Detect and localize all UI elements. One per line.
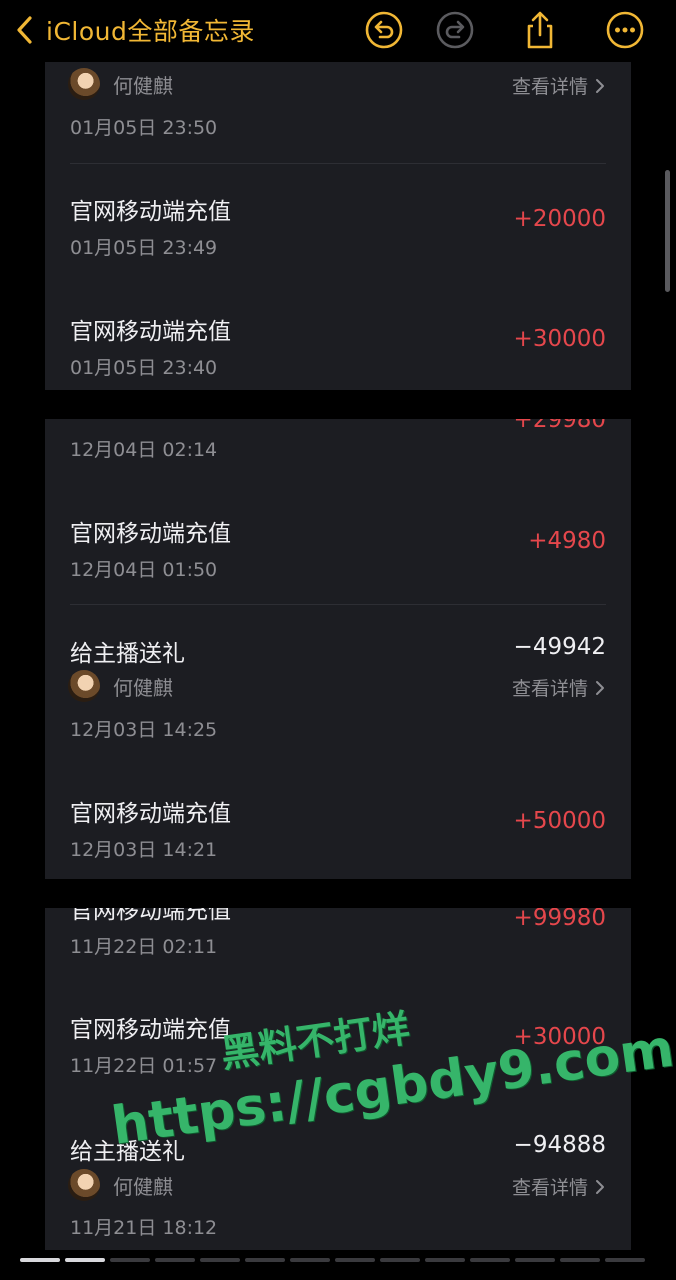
back-label: iCloud全部备忘录 [46, 17, 255, 46]
chevron-left-icon [17, 16, 32, 44]
transaction-row: 官网移动端充值 +50000 12月03日 14:21 [45, 779, 631, 879]
more-button[interactable] [605, 10, 645, 50]
transaction-title: 官网移动端充值 [70, 1017, 231, 1043]
transaction-amount: +50000 [513, 808, 606, 834]
transaction-card-1: 何健麒 查看详情 01月05日 23:50 官网移动端充值 +20000 01月… [45, 62, 631, 390]
transaction-date: 01月05日 23:50 [70, 117, 218, 139]
transaction-amount: −49942 [513, 634, 606, 660]
transaction-row: 官网移动端充值 +4980 12月04日 01:50 [45, 497, 631, 607]
transaction-date: 12月04日 01:50 [70, 559, 218, 581]
page-dot[interactable] [290, 1258, 330, 1262]
transaction-date: 01月05日 23:40 [70, 357, 218, 379]
view-details-link[interactable]: 查看详情 [512, 674, 606, 701]
page-dot[interactable] [155, 1258, 195, 1262]
transaction-row: 何健麒 查看详情 01月05日 23:50 [45, 62, 631, 162]
row-divider [70, 604, 606, 605]
page-dot[interactable] [65, 1258, 105, 1262]
streamer-name: 何健麒 [113, 1175, 173, 1199]
transaction-card-2: +29980 12月04日 02:14 官网移动端充值 +4980 12月04日… [45, 419, 631, 879]
transaction-date: 11月21日 18:12 [70, 1217, 218, 1239]
view-details-label: 查看详情 [511, 1177, 588, 1199]
page-dot[interactable] [560, 1258, 600, 1262]
view-details-label: 查看详情 [511, 678, 588, 700]
more-icon [606, 11, 644, 49]
transaction-title: 官网移动端充值 [70, 908, 231, 924]
chevron-right-icon [596, 78, 604, 93]
transaction-date: 01月05日 23:49 [70, 237, 218, 259]
transaction-card-3: 官网移动端充值 +99980 11月22日 02:11 官网移动端充值 +300… [45, 908, 631, 1250]
page-indicator [20, 1258, 645, 1262]
page-dot[interactable] [515, 1258, 555, 1262]
chevron-right-icon [596, 1179, 604, 1194]
redo-button[interactable] [435, 10, 475, 50]
transaction-title: 官网移动端充值 [70, 319, 231, 345]
transaction-title: 官网移动端充值 [70, 521, 231, 547]
transaction-row: 官网移动端充值 +30000 01月05日 23:40 [45, 292, 631, 390]
transaction-amount: +4980 [528, 528, 606, 554]
transaction-title: 给主播送礼 [70, 1139, 185, 1165]
share-button[interactable] [520, 10, 560, 50]
transaction-row: 官网移动端充值 +20000 01月05日 23:49 [45, 172, 631, 282]
undo-button[interactable] [364, 10, 404, 50]
redo-icon [436, 11, 474, 49]
undo-icon [365, 11, 403, 49]
transaction-date: 11月22日 01:57 [70, 1055, 218, 1077]
view-details-link[interactable]: 查看详情 [512, 72, 606, 99]
view-details-label: 查看详情 [511, 76, 588, 98]
chevron-right-icon [596, 680, 604, 695]
transaction-row: 给主播送礼 −49942 何健麒 查看详情 12月03日 14:25 [45, 619, 631, 759]
transaction-amount: −94888 [513, 1132, 606, 1158]
view-details-link[interactable]: 查看详情 [512, 1173, 606, 1200]
transaction-title: 给主播送礼 [70, 641, 185, 667]
streamer-name: 何健麒 [113, 74, 173, 98]
streamer-name: 何健麒 [113, 676, 173, 700]
row-divider [70, 163, 606, 164]
page-dot[interactable] [605, 1258, 645, 1262]
page-dot[interactable] [425, 1258, 465, 1262]
transaction-amount: +20000 [513, 206, 606, 232]
transaction-row: +29980 12月04日 02:14 [45, 419, 631, 489]
avatar[interactable] [68, 670, 100, 702]
back-button[interactable]: iCloud全部备忘录 [14, 10, 255, 50]
transaction-amount: +30000 [513, 1024, 606, 1050]
top-navigation-bar: iCloud全部备忘录 [0, 0, 676, 60]
transaction-date: 12月03日 14:21 [70, 839, 218, 861]
page-dot[interactable] [335, 1258, 375, 1262]
transaction-title: 官网移动端充值 [70, 199, 231, 225]
avatar[interactable] [68, 1169, 100, 1201]
transaction-title: 官网移动端充值 [70, 801, 231, 827]
page-dot[interactable] [245, 1258, 285, 1262]
page-dot[interactable] [110, 1258, 150, 1262]
transaction-amount: +29980 [513, 419, 606, 433]
transaction-amount: +30000 [513, 326, 606, 352]
page-dot[interactable] [380, 1258, 420, 1262]
transaction-date: 12月03日 14:25 [70, 719, 218, 741]
transaction-row: 官网移动端充值 +99980 11月22日 02:11 [45, 908, 631, 978]
transaction-row: 给主播送礼 −94888 何健麒 查看详情 11月21日 18:12 [45, 1118, 631, 1250]
share-icon [527, 11, 553, 49]
avatar[interactable] [68, 68, 100, 100]
page-dot[interactable] [470, 1258, 510, 1262]
transaction-date: 12月04日 02:14 [70, 439, 218, 461]
page-dot[interactable] [200, 1258, 240, 1262]
transaction-amount: +99980 [513, 908, 606, 931]
page-dot[interactable] [20, 1258, 60, 1262]
transaction-date: 11月22日 02:11 [70, 936, 218, 958]
transaction-row: 官网移动端充值 +30000 11月22日 01:57 [45, 998, 631, 1108]
scroll-indicator[interactable] [665, 170, 670, 292]
